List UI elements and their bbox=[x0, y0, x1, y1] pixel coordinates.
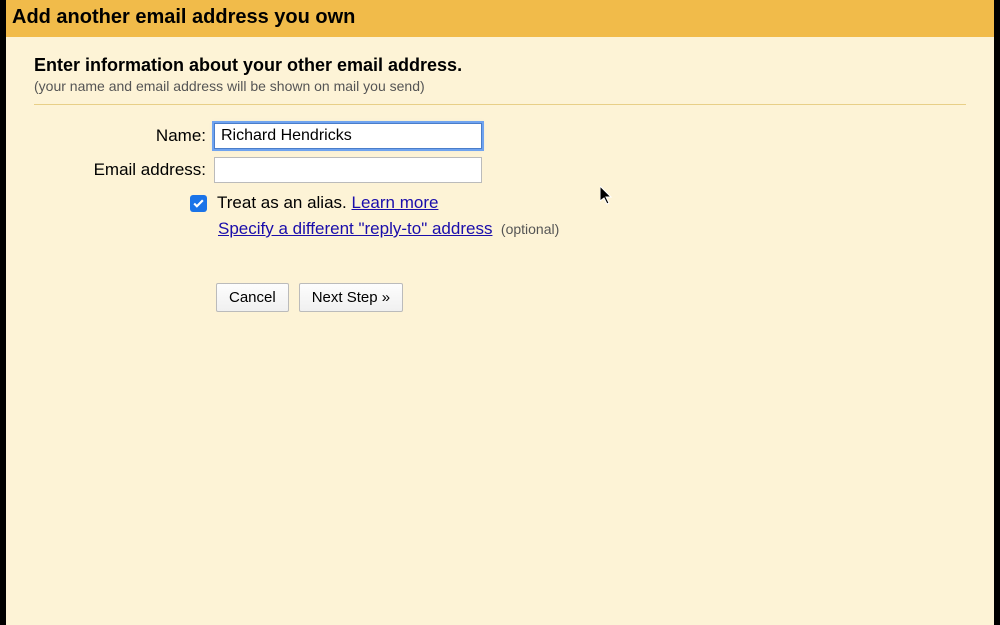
titlebar: Add another email address you own bbox=[6, 0, 994, 37]
alias-row: Treat as an alias. Learn more bbox=[190, 193, 966, 213]
reply-to-link[interactable]: Specify a different "reply-to" address bbox=[218, 219, 492, 238]
email-input[interactable] bbox=[214, 157, 482, 183]
name-input[interactable] bbox=[214, 123, 482, 149]
learn-more-link[interactable]: Learn more bbox=[352, 193, 439, 212]
section-heading: Enter information about your other email… bbox=[34, 55, 966, 76]
alias-label: Treat as an alias. bbox=[217, 193, 352, 212]
reply-to-row: Specify a different "reply-to" address (… bbox=[218, 219, 966, 239]
email-label: Email address: bbox=[34, 160, 214, 180]
name-label: Name: bbox=[34, 126, 214, 146]
section-subheading: (your name and email address will be sho… bbox=[34, 78, 966, 94]
email-row: Email address: bbox=[34, 157, 966, 183]
divider bbox=[34, 104, 966, 105]
alias-checkbox[interactable] bbox=[190, 195, 207, 212]
button-row: Cancel Next Step » bbox=[216, 283, 966, 312]
checkmark-icon bbox=[192, 197, 205, 210]
dialog-window: Add another email address you own Enter … bbox=[6, 0, 994, 625]
dialog-title: Add another email address you own bbox=[12, 6, 988, 29]
cancel-button[interactable]: Cancel bbox=[216, 283, 289, 312]
content-area: Enter information about your other email… bbox=[6, 37, 994, 330]
next-step-button[interactable]: Next Step » bbox=[299, 283, 403, 312]
name-row: Name: bbox=[34, 123, 966, 149]
optional-label: (optional) bbox=[501, 221, 559, 237]
